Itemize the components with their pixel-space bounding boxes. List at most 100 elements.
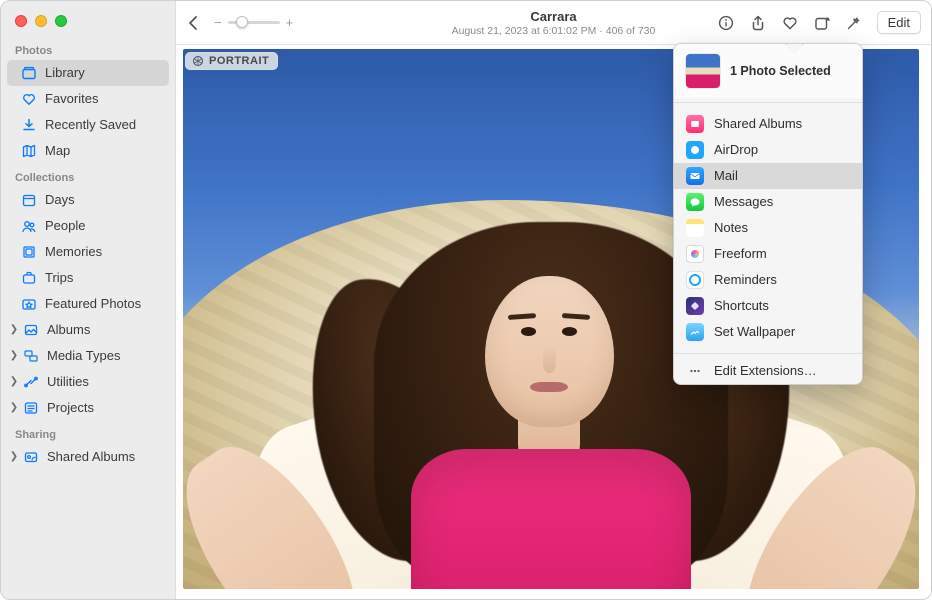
share-item-label: Notes — [714, 218, 748, 238]
freeform-icon — [686, 245, 704, 263]
sidebar-item-utilities[interactable]: ❯ Utilities — [7, 369, 169, 395]
window-controls — [1, 7, 175, 37]
notes-icon — [686, 219, 704, 237]
sidebar-item-people[interactable]: People — [7, 213, 169, 239]
sidebar-item-favorites[interactable]: Favorites — [7, 86, 169, 112]
featured-icon — [21, 296, 37, 312]
reminders-icon — [686, 271, 704, 289]
sidebar-item-label: Trips — [45, 268, 73, 288]
share-button[interactable] — [745, 11, 771, 35]
info-button[interactable] — [713, 11, 739, 35]
sidebar-item-label: Media Types — [47, 346, 120, 366]
share-menu-list: Shared Albums AirDrop Mail Messages Notes Fre… — [674, 107, 862, 349]
share-edit-extensions[interactable]: Edit Extensions… — [674, 358, 862, 384]
share-item-wallpaper[interactable]: Set Wallpaper — [674, 319, 862, 345]
sidebar-item-label: Memories — [45, 242, 102, 262]
info-icon — [718, 15, 734, 31]
sidebar-item-featured[interactable]: Featured Photos — [7, 291, 169, 317]
share-item-notes[interactable]: Notes — [674, 215, 862, 241]
sidebar-item-days[interactable]: Days — [7, 187, 169, 213]
wand-icon — [846, 15, 862, 31]
sidebar-item-memories[interactable]: Memories — [7, 239, 169, 265]
sharedalbums-icon — [23, 449, 39, 465]
heart-icon — [21, 91, 37, 107]
sidebar-item-label: Albums — [47, 320, 90, 340]
aperture-icon — [192, 55, 204, 67]
chevron-left-icon — [186, 15, 202, 31]
chevron-right-icon: ❯ — [9, 372, 19, 392]
chevron-right-icon: ❯ — [9, 346, 19, 366]
shared-albums-icon — [686, 115, 704, 133]
sidebar: Photos Library Favorites Recently Saved Map C… — [1, 1, 176, 599]
share-item-label: Freeform — [714, 244, 767, 264]
share-item-label: Mail — [714, 166, 738, 186]
sidebar-item-sharedalbums[interactable]: ❯ Shared Albums — [7, 444, 169, 470]
people-icon — [21, 218, 37, 234]
sidebar-item-label: Days — [45, 190, 75, 210]
back-button[interactable] — [184, 11, 204, 35]
share-item-shortcuts[interactable]: Shortcuts — [674, 293, 862, 319]
auto-enhance-button[interactable] — [841, 11, 867, 35]
zoom-window-button[interactable] — [55, 15, 67, 27]
share-item-messages[interactable]: Messages — [674, 189, 862, 215]
rotate-button[interactable] — [809, 11, 835, 35]
album-icon — [23, 322, 39, 338]
zoom-track[interactable] — [228, 21, 280, 24]
share-item-mail[interactable]: Mail — [674, 163, 862, 189]
share-popover: 1 Photo Selected Shared Albums AirDrop Mai… — [673, 43, 863, 385]
share-item-label: Messages — [714, 192, 773, 212]
share-icon — [750, 15, 766, 31]
sidebar-item-trips[interactable]: Trips — [7, 265, 169, 291]
sidebar-item-label: Library — [45, 63, 85, 83]
chevron-right-icon: ❯ — [9, 398, 19, 418]
shortcuts-icon — [686, 297, 704, 315]
toolbar: − + Carrara August 21, 2023 at 6:01:02 P… — [176, 1, 931, 45]
sidebar-item-library[interactable]: Library — [7, 60, 169, 86]
sidebar-item-label: Shared Albums — [47, 447, 135, 467]
sidebar-item-label: Favorites — [45, 89, 98, 109]
minimize-window-button[interactable] — [35, 15, 47, 27]
sidebar-section-sharing: Sharing — [1, 421, 175, 444]
share-item-label: Set Wallpaper — [714, 322, 795, 342]
sidebar-item-label: Utilities — [47, 372, 89, 392]
download-icon — [21, 117, 37, 133]
projects-icon — [23, 400, 39, 416]
sidebar-item-label: Projects — [47, 398, 94, 418]
calendar-icon — [21, 192, 37, 208]
airdrop-icon — [686, 141, 704, 159]
share-item-shared-albums[interactable]: Shared Albums — [674, 111, 862, 137]
chevron-right-icon: ❯ — [9, 320, 19, 340]
sidebar-item-label: Map — [45, 141, 70, 161]
mail-icon — [686, 167, 704, 185]
share-edit-extensions-label: Edit Extensions… — [714, 361, 817, 381]
sidebar-item-mediatypes[interactable]: ❯ Media Types — [7, 343, 169, 369]
sidebar-item-label: People — [45, 216, 85, 236]
portrait-badge-label: PORTRAIT — [209, 55, 269, 67]
memories-icon — [21, 244, 37, 260]
sidebar-item-projects[interactable]: ❯ Projects — [7, 395, 169, 421]
share-item-freeform[interactable]: Freeform — [674, 241, 862, 267]
zoom-slider[interactable]: − + — [214, 15, 293, 30]
edit-button[interactable]: Edit — [877, 11, 921, 34]
favorite-button[interactable] — [777, 11, 803, 35]
share-item-label: Shortcuts — [714, 296, 769, 316]
share-item-airdrop[interactable]: AirDrop — [674, 137, 862, 163]
zoom-thumb[interactable] — [236, 16, 248, 28]
mediatypes-icon — [23, 348, 39, 364]
chevron-right-icon: ❯ — [9, 447, 19, 467]
close-window-button[interactable] — [15, 15, 27, 27]
sidebar-section-photos: Photos — [1, 37, 175, 60]
sidebar-item-label: Recently Saved — [45, 115, 136, 135]
share-item-reminders[interactable]: Reminders — [674, 267, 862, 293]
main-panel: − + Carrara August 21, 2023 at 6:01:02 P… — [176, 1, 931, 599]
sidebar-item-albums[interactable]: ❯ Albums — [7, 317, 169, 343]
zoom-in-label: + — [286, 15, 294, 30]
more-icon — [686, 362, 704, 380]
sidebar-item-recently-saved[interactable]: Recently Saved — [7, 112, 169, 138]
share-item-label: Shared Albums — [714, 114, 802, 134]
share-selected-count: 1 Photo Selected — [730, 64, 831, 78]
share-thumbnail — [686, 54, 720, 88]
sidebar-section-collections: Collections — [1, 164, 175, 187]
sidebar-item-map[interactable]: Map — [7, 138, 169, 164]
heart-icon — [782, 15, 798, 31]
